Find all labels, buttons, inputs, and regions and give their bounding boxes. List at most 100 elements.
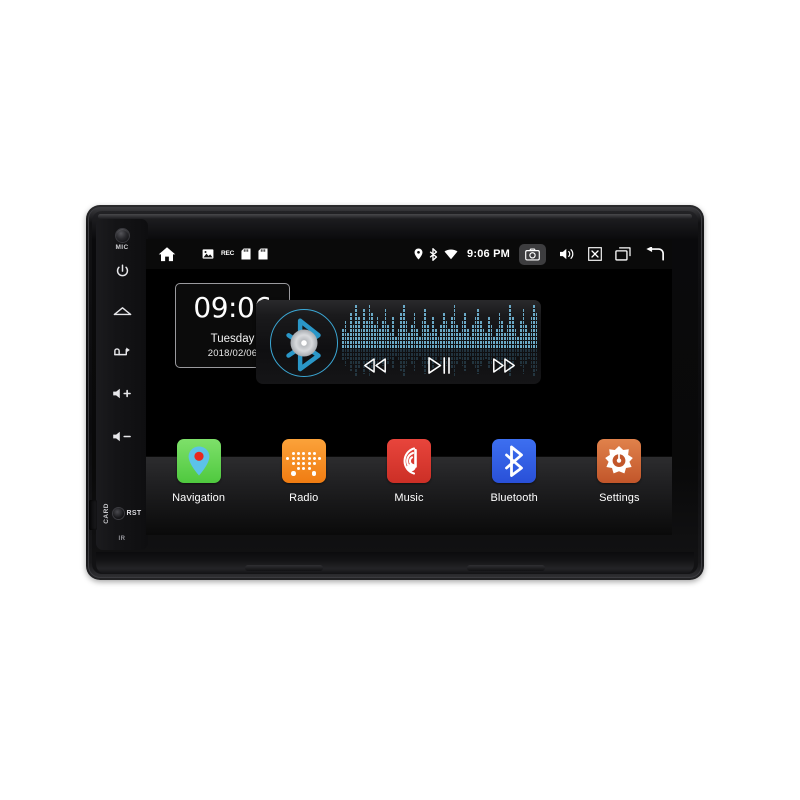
spectrum-bar (363, 309, 365, 349)
spectrum-bar (387, 325, 389, 349)
recents-icon (615, 247, 631, 261)
device-bottom-notch-right (467, 565, 546, 571)
previous-track-button[interactable] (362, 357, 388, 374)
spectrum-bar (360, 329, 363, 349)
spectrum-bar (535, 313, 537, 349)
spectrum-bar (376, 317, 379, 349)
spectrum-bar (400, 313, 403, 349)
bluetooth-status-icon (429, 247, 438, 261)
close-app-button[interactable] (588, 247, 602, 261)
sd-card-status-icon-2[interactable] (258, 248, 268, 260)
screenshot-canvas: MIC CARD RST IR REC 9:06 PM 09:06 Tuesda… (0, 0, 800, 800)
bluetooth-disc-icon[interactable] (270, 309, 338, 377)
status-bar: REC 9:06 PM (146, 239, 672, 269)
spectrum-bar (453, 305, 456, 349)
cd-disc-icon (290, 329, 318, 357)
app-label: Navigation (172, 492, 226, 504)
app-music[interactable]: Music (367, 439, 451, 504)
wifi-icon (444, 249, 458, 259)
camera-icon (525, 247, 540, 261)
status-home-button[interactable] (158, 246, 176, 262)
spectrum-bar (530, 317, 533, 349)
spectrum-bar (519, 321, 522, 349)
app-navigation[interactable]: Navigation (157, 439, 241, 504)
spectrum-bar (464, 313, 466, 349)
rec-status-badge: REC (221, 249, 235, 257)
power-button[interactable] (114, 263, 131, 280)
device-bottom-notch-left (244, 565, 323, 571)
spectrum-bar (477, 309, 480, 349)
bluetooth-icon (429, 247, 438, 261)
app-bluetooth[interactable]: Bluetooth (472, 439, 556, 504)
spectrum-bar (381, 321, 384, 349)
volume-icon (560, 248, 574, 260)
app-settings[interactable]: Settings (577, 439, 661, 504)
spectrum-bar (342, 329, 344, 349)
spectrum-bar (522, 309, 525, 349)
location-pin-icon (414, 248, 423, 260)
spectrum-bar (347, 333, 349, 349)
volume-up-button[interactable] (111, 386, 133, 401)
spectrum-bar (384, 309, 387, 349)
hardware-button-bezel: MIC CARD RST IR (89, 219, 148, 550)
spectrum-bar (450, 317, 453, 349)
spectrum-bar (355, 305, 357, 349)
spectrum-bar (427, 325, 429, 349)
sd-card-icon (258, 248, 268, 260)
spectrum-bar (403, 305, 405, 349)
spectrum-bar (419, 337, 421, 349)
clock-date: 2018/02/06 (207, 348, 258, 359)
back-button[interactable] (644, 246, 664, 262)
reset-button[interactable] (112, 508, 124, 520)
app-radio[interactable]: Radio (262, 439, 346, 504)
spectrum-bar (480, 321, 482, 349)
spectrum-bar (432, 317, 434, 349)
microphone-label: MIC (115, 244, 129, 251)
recents-button[interactable] (615, 247, 631, 261)
spectrum-bar (517, 337, 519, 349)
spectrum-bar (448, 329, 450, 349)
mode-button[interactable] (112, 345, 132, 360)
spectrum-bar (379, 329, 381, 349)
spectrum-bar (352, 325, 355, 349)
wifi-status-icon (444, 249, 458, 260)
spectrum-bar (373, 325, 376, 349)
spectrum-bar (413, 313, 416, 349)
home-button[interactable] (113, 304, 132, 319)
spectrum-bar (349, 313, 352, 349)
spectrum-bar (389, 333, 392, 349)
spectrum-bar (506, 325, 509, 349)
camera-button[interactable] (519, 243, 546, 265)
bluetooth-music-widget[interactable] (256, 300, 541, 384)
spectrum-bar (405, 321, 408, 349)
music-app-icon (386, 439, 431, 483)
device-top-highlight (98, 214, 692, 219)
microphone: MIC (115, 229, 129, 251)
volume-panel-button[interactable] (559, 247, 575, 261)
spectrum-bar (509, 305, 511, 349)
sd-card-status-icon-1[interactable] (241, 248, 251, 260)
spectrum-bars (342, 305, 537, 349)
spectrum-bar (357, 317, 360, 349)
next-track-button[interactable] (491, 357, 517, 374)
spectrum-bar (371, 313, 373, 349)
spectrum-bar (392, 317, 395, 349)
play-pause-icon (428, 356, 450, 374)
spectrum-bar (458, 333, 461, 349)
volume-down-button[interactable] (111, 429, 133, 444)
volume-up-icon (113, 388, 131, 399)
fast-forward-icon (493, 357, 516, 373)
play-pause-button[interactable] (427, 356, 452, 375)
touchscreen-display[interactable]: REC 9:06 PM 09:06 Tuesday 2018/02/06 Nav… (146, 239, 672, 535)
navigation-app-icon (176, 439, 221, 483)
app-label: Music (394, 492, 424, 504)
back-icon (646, 246, 664, 261)
gallery-icon (202, 249, 214, 259)
spectrum-bar (442, 313, 445, 349)
spectrum-bar (434, 329, 437, 349)
device-bottom-lip (96, 552, 694, 574)
spectrum-bar (424, 309, 426, 349)
spectrum-bar (496, 329, 498, 349)
spectrum-bar (498, 313, 501, 349)
gallery-status-icon[interactable] (202, 249, 214, 259)
